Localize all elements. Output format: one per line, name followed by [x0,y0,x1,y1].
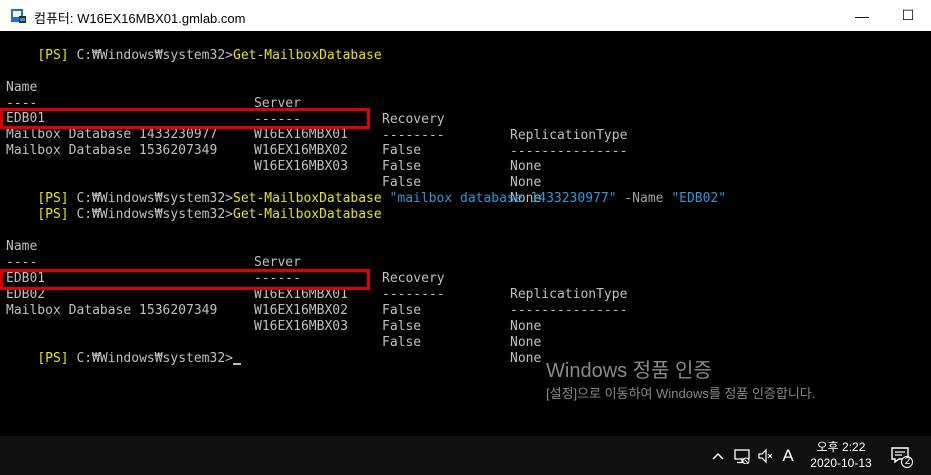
cell-replication: None [510,319,542,334]
watermark-title: Windows 정품 인증 [546,360,712,382]
activation-watermark: Windows 정품 인증 [설정]으로 이동하여 Windows를 정품 인증… [546,358,815,404]
clock-time: 오후 2:22 [816,440,866,454]
header-recovery: Recovery [382,112,445,127]
prompt-tag: [PS] [37,48,69,63]
cell-server: W16EX16MBX03 [254,319,348,334]
watermark-subtitle: [설정]으로 이동하여 Windows를 정품 인증합니다. [546,386,816,401]
prompt-tag: [PS] [37,207,69,222]
table-header-rule: ---- ------ -------- --------------- [6,80,627,159]
prompt-path: C:₩Windows₩system32> [76,351,233,366]
action-center-button[interactable]: 2 [889,444,913,468]
header-recovery: Recovery [382,271,445,286]
cell-server: W16EX16MBX03 [254,159,348,174]
taskbar: A 오후 2:22 2020-10-13 2 [0,436,931,475]
console-line-command: [PS] C:₩Windows₩system32>Set-MailboxData… [6,175,726,206]
maximize-button[interactable]: ☐ [885,0,931,31]
cell-recovery: False [382,335,422,350]
rule-replication: --------------- [510,144,628,159]
cell-recovery: False [382,159,422,174]
show-hidden-icons-button[interactable] [708,436,728,475]
speaker-muted-icon [758,448,773,463]
highlight-box-new-name [0,269,370,290]
window-title: 컴퓨터: W16EX16MBX01.gmlab.com [34,11,246,26]
text-cursor [233,363,241,365]
rule-recovery: -------- [382,128,445,143]
cell-name: Mailbox Database 1536207349 [6,303,218,318]
prompt-tag: [PS] [37,351,69,366]
cell-name: Mailbox Database 1433230977 [6,127,218,142]
header-replication: ReplicationType [510,128,628,143]
table-row: Mailbox Database 1536207349 W16EX16MBX03… [6,127,541,206]
highlight-box-old-name [0,108,370,129]
command-param: -Name [624,191,664,206]
computer-management-icon [11,9,26,23]
cell-recovery: False [382,303,422,318]
command-identity: "mailbox database 1433230977" [389,191,617,206]
table-header: Name Server Recovery ReplicationType [6,223,627,302]
cell-recovery: False [382,143,422,158]
network-button[interactable] [730,436,754,475]
clock-button[interactable]: 오후 2:22 2020-10-13 [798,439,884,471]
console-line-command: [PS] C:₩Windows₩system32>Get-MailboxData… [6,32,381,63]
command-value: "EDB02" [671,191,727,206]
table-header: Name Server Recovery ReplicationType [6,64,627,143]
network-icon [734,448,750,464]
cell-replication: None [510,159,542,174]
clock-date: 2020-10-13 [810,456,872,470]
prompt-path: C:₩Windows₩system32> [76,48,233,63]
minimize-button[interactable]: — [839,0,885,31]
cell-name: Mailbox Database 1536207349 [6,143,218,158]
minimize-icon: — [855,7,869,24]
ime-indicator-button[interactable]: A [778,436,798,475]
table-header-rule: ---- ------ -------- --------------- [6,239,627,318]
rule-replication: --------------- [510,303,628,318]
command-text: Get-MailboxDatabase [233,48,382,63]
console-line-prompt[interactable]: [PS] C:₩Windows₩system32> [6,335,241,366]
cell-replication: None [510,351,542,366]
chevron-up-icon [712,452,724,460]
cell-recovery: False [382,319,422,334]
window-titlebar: 컴퓨터: W16EX16MBX01.gmlab.com — ☐ [0,0,931,31]
volume-button[interactable] [754,436,778,475]
cell-server: W16EX16MBX01 [254,127,348,142]
rule-recovery: -------- [382,287,445,302]
ime-indicator-label: A [782,445,794,465]
notification-count: 2 [904,456,911,467]
prompt-path: C:₩Windows₩system32> [76,207,233,222]
maximize-icon: ☐ [901,7,915,23]
header-replication: ReplicationType [510,287,628,302]
cell-server: W16EX16MBX02 [254,303,348,318]
console-line-command: [PS] C:₩Windows₩system32>Get-MailboxData… [6,191,381,222]
cell-server: W16EX16MBX02 [254,143,348,158]
cell-replication: None [510,335,542,350]
command-text: Get-MailboxDatabase [233,207,382,222]
